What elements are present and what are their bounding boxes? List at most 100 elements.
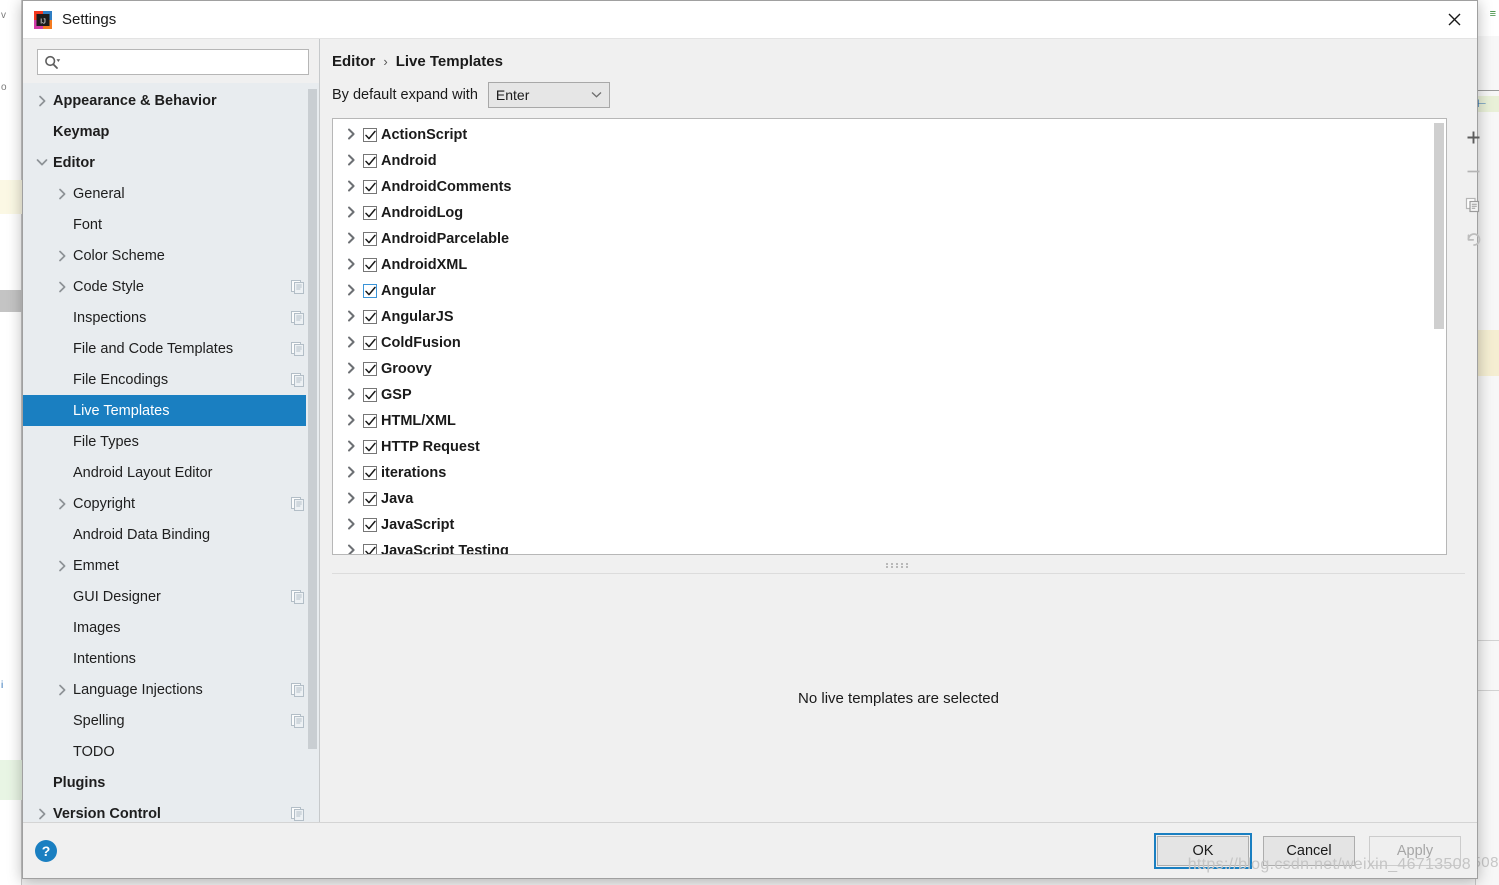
splitter-grip-icon[interactable]	[885, 562, 912, 568]
template-group-checkbox[interactable]	[363, 180, 377, 194]
chevron-right-icon[interactable]	[339, 518, 363, 533]
template-group-row[interactable]: Android	[333, 148, 1446, 174]
chevron-right-icon[interactable]	[51, 250, 73, 262]
template-group-checkbox[interactable]	[363, 258, 377, 272]
sidebar-item-color-scheme[interactable]: Color Scheme	[23, 240, 319, 271]
template-group-checkbox[interactable]	[363, 310, 377, 324]
template-group-checkbox[interactable]	[363, 284, 377, 298]
chevron-right-icon[interactable]	[31, 95, 53, 107]
template-group-row[interactable]: Groovy	[333, 356, 1446, 382]
help-button[interactable]: ?	[35, 839, 57, 862]
template-group-row[interactable]: AndroidParcelable	[333, 226, 1446, 252]
template-group-checkbox[interactable]	[363, 518, 377, 532]
search-box[interactable]	[37, 49, 309, 75]
template-group-row[interactable]: AngularJS	[333, 304, 1446, 330]
sidebar-item-spelling[interactable]: Spelling	[23, 705, 319, 736]
copy-template-button[interactable]	[1457, 188, 1489, 222]
chevron-right-icon[interactable]	[339, 128, 363, 143]
template-group-checkbox[interactable]	[363, 492, 377, 506]
template-group-checkbox[interactable]	[363, 232, 377, 246]
template-group-checkbox[interactable]	[363, 206, 377, 220]
sidebar-item-live-templates[interactable]: Live Templates	[23, 395, 319, 426]
chevron-right-icon[interactable]	[339, 180, 363, 195]
template-group-row[interactable]: AndroidLog	[333, 200, 1446, 226]
chevron-right-icon[interactable]	[51, 684, 73, 696]
sidebar-item-images[interactable]: Images	[23, 612, 319, 643]
sidebar-item-gui-designer[interactable]: GUI Designer	[23, 581, 319, 612]
template-group-checkbox[interactable]	[363, 336, 377, 350]
template-group-checkbox[interactable]	[363, 362, 377, 376]
template-group-row[interactable]: ActionScript	[333, 122, 1446, 148]
template-group-row[interactable]: AndroidXML	[333, 252, 1446, 278]
chevron-right-icon[interactable]	[31, 808, 53, 820]
chevron-right-icon[interactable]	[339, 466, 363, 481]
chevron-right-icon[interactable]	[51, 560, 73, 572]
chevron-right-icon[interactable]	[339, 440, 363, 455]
chevron-right-icon[interactable]	[51, 188, 73, 200]
ok-button[interactable]: OK	[1154, 832, 1252, 869]
sidebar-item-font[interactable]: Font	[23, 209, 319, 240]
sidebar-item-inspections[interactable]: Inspections	[23, 302, 319, 333]
template-group-checkbox[interactable]	[363, 440, 377, 454]
sidebar-item-copyright[interactable]: Copyright	[23, 488, 319, 519]
template-group-checkbox[interactable]	[363, 466, 377, 480]
revert-template-button[interactable]	[1457, 222, 1489, 256]
sidebar-scrollbar[interactable]	[306, 83, 319, 822]
sidebar-item-file-encodings[interactable]: File Encodings	[23, 364, 319, 395]
template-group-row[interactable]: GSP	[333, 382, 1446, 408]
sidebar-item-editor[interactable]: Editor	[23, 147, 319, 178]
sidebar-item-general[interactable]: General	[23, 178, 319, 209]
template-group-row[interactable]: Angular	[333, 278, 1446, 304]
sidebar-item-version-control[interactable]: Version Control	[23, 798, 319, 822]
templates-scrollbar-thumb[interactable]	[1434, 123, 1444, 329]
chevron-down-icon[interactable]	[31, 158, 53, 167]
template-group-row[interactable]: JavaScript	[333, 512, 1446, 538]
sidebar-item-code-style[interactable]: Code Style	[23, 271, 319, 302]
chevron-right-icon[interactable]	[339, 232, 363, 247]
template-group-row[interactable]: HTTP Request	[333, 434, 1446, 460]
sidebar-item-language-injections[interactable]: Language Injections	[23, 674, 319, 705]
sidebar-item-appearance-behavior[interactable]: Appearance & Behavior	[23, 85, 319, 116]
template-group-row[interactable]: AndroidComments	[333, 174, 1446, 200]
chevron-right-icon[interactable]	[339, 414, 363, 429]
template-group-row[interactable]: JavaScript Testing	[333, 538, 1446, 554]
sidebar-item-file-types[interactable]: File Types	[23, 426, 319, 457]
chevron-right-icon[interactable]	[339, 154, 363, 169]
chevron-right-icon[interactable]	[339, 362, 363, 377]
search-input[interactable]	[65, 51, 302, 73]
cancel-button[interactable]: Cancel	[1263, 835, 1355, 866]
add-template-button[interactable]	[1457, 120, 1489, 154]
chevron-right-icon[interactable]	[51, 498, 73, 510]
breadcrumb-root[interactable]: Editor	[332, 53, 375, 70]
sidebar-item-plugins[interactable]: Plugins	[23, 767, 319, 798]
template-group-checkbox[interactable]	[363, 388, 377, 402]
chevron-right-icon[interactable]	[339, 284, 363, 299]
template-group-checkbox[interactable]	[363, 544, 377, 554]
sidebar-item-intentions[interactable]: Intentions	[23, 643, 319, 674]
close-icon[interactable]	[1431, 1, 1477, 39]
template-group-row[interactable]: ColdFusion	[333, 330, 1446, 356]
sidebar-item-android-data-binding[interactable]: Android Data Binding	[23, 519, 319, 550]
panel-splitter[interactable]	[320, 557, 1477, 573]
sidebar-scrollbar-thumb[interactable]	[308, 89, 317, 749]
template-group-row[interactable]: iterations	[333, 460, 1446, 486]
template-group-row[interactable]: HTML/XML	[333, 408, 1446, 434]
chevron-right-icon[interactable]	[339, 310, 363, 325]
chevron-right-icon[interactable]	[339, 206, 363, 221]
sidebar-item-emmet[interactable]: Emmet	[23, 550, 319, 581]
chevron-right-icon[interactable]	[339, 336, 363, 351]
template-group-checkbox[interactable]	[363, 154, 377, 168]
chevron-right-icon[interactable]	[51, 281, 73, 293]
template-group-row[interactable]: Java	[333, 486, 1446, 512]
template-group-checkbox[interactable]	[363, 414, 377, 428]
sidebar-item-keymap[interactable]: Keymap	[23, 116, 319, 147]
templates-scrollbar[interactable]	[1432, 119, 1446, 554]
sidebar-item-file-and-code-templates[interactable]: File and Code Templates	[23, 333, 319, 364]
sidebar-item-todo[interactable]: TODO	[23, 736, 319, 767]
chevron-right-icon[interactable]	[339, 258, 363, 273]
expand-with-select[interactable]: Enter	[487, 82, 610, 108]
template-group-checkbox[interactable]	[363, 128, 377, 142]
remove-template-button[interactable]	[1457, 154, 1489, 188]
sidebar-item-android-layout-editor[interactable]: Android Layout Editor	[23, 457, 319, 488]
chevron-right-icon[interactable]	[339, 388, 363, 403]
